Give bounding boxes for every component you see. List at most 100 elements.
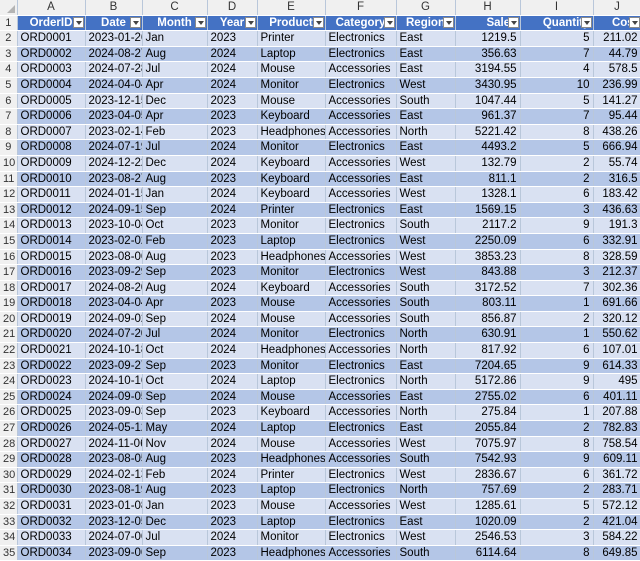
cell-month[interactable]: Sep [142, 545, 208, 561]
cell-quantity[interactable]: 2 [520, 155, 594, 172]
cell-date[interactable]: 2024-07-19 [85, 139, 143, 156]
cell-date[interactable]: 2023-01-26 [85, 30, 143, 47]
row-number[interactable]: 15 [0, 233, 18, 250]
cell-region[interactable]: North [396, 326, 456, 344]
row-number[interactable]: 31 [0, 482, 18, 499]
cell-year[interactable]: 2023 [207, 498, 258, 515]
row-number[interactable]: 11 [0, 171, 18, 188]
cell-month[interactable]: Sep [142, 264, 208, 281]
row-number[interactable]: 19 [0, 295, 18, 312]
column-letter-g[interactable]: G [396, 0, 456, 16]
row-number[interactable]: 13 [0, 202, 18, 219]
cell-month[interactable]: Jul [142, 139, 208, 156]
cell-month[interactable]: Jan [142, 30, 208, 47]
cell-orderid[interactable]: ORD0015 [17, 249, 86, 266]
cell-year[interactable]: 2024 [207, 61, 258, 78]
cell-quantity[interactable]: 5 [520, 139, 594, 156]
cell-sales[interactable]: 3853.23 [455, 249, 521, 266]
cell-cost[interactable]: 666.94 [593, 139, 640, 156]
cell-product[interactable]: Mouse [257, 93, 326, 110]
cell-year[interactable]: 2023 [207, 217, 258, 234]
cell-month[interactable]: Oct [142, 342, 208, 359]
row-number[interactable]: 20 [0, 311, 18, 328]
cell-category[interactable]: Electronics [325, 264, 397, 281]
cell-sales[interactable]: 961.37 [455, 108, 521, 125]
cell-region[interactable]: East [396, 61, 456, 78]
cell-orderid[interactable]: ORD0003 [17, 61, 86, 78]
cell-orderid[interactable]: ORD0011 [17, 186, 86, 203]
cell-sales[interactable]: 1328.1 [455, 186, 521, 203]
cell-quantity[interactable]: 8 [520, 436, 594, 453]
cell-orderid[interactable]: ORD0029 [17, 467, 86, 484]
filter-dropdown-icon[interactable] [507, 16, 519, 28]
cell-year[interactable]: 2023 [207, 93, 258, 110]
cell-cost[interactable]: 302.36 [593, 280, 640, 297]
cell-cost[interactable]: 236.99 [593, 77, 640, 94]
cell-month[interactable]: Oct [142, 217, 208, 234]
cell-category[interactable]: Electronics [325, 326, 397, 344]
cell-year[interactable]: 2024 [207, 311, 258, 328]
cell-orderid[interactable]: ORD0026 [17, 420, 86, 437]
filter-dropdown-icon[interactable] [580, 16, 592, 28]
column-letter-f[interactable]: F [325, 0, 397, 16]
cell-quantity[interactable]: 7 [520, 280, 594, 297]
cell-region[interactable]: South [396, 217, 456, 234]
filter-dropdown-icon[interactable] [312, 16, 324, 28]
cell-region[interactable]: West [396, 186, 456, 203]
cell-quantity[interactable]: 2 [520, 420, 594, 437]
cell-region[interactable]: West [396, 498, 456, 515]
cell-sales[interactable]: 2755.02 [455, 389, 521, 406]
cell-year[interactable]: 2024 [207, 436, 258, 453]
cell-category[interactable]: Accessories [325, 93, 397, 110]
cell-cost[interactable]: 212.37 [593, 264, 640, 281]
cell-region[interactable]: East [396, 514, 456, 531]
cell-region[interactable]: East [396, 420, 456, 437]
cell-product[interactable]: Headphones [257, 342, 326, 359]
cell-cost[interactable]: 436.63 [593, 202, 640, 219]
cell-date[interactable]: 2023-04-05 [85, 108, 143, 125]
cell-quantity[interactable]: 7 [520, 108, 594, 125]
cell-cost[interactable]: 320.12 [593, 311, 640, 328]
cell-product[interactable]: Monitor [257, 139, 326, 156]
row-number[interactable]: 10 [0, 155, 18, 172]
column-letter-e[interactable]: E [257, 0, 326, 16]
row-number[interactable]: 1 [0, 15, 18, 32]
cell-category[interactable]: Accessories [325, 498, 397, 515]
cell-quantity[interactable]: 5 [520, 93, 594, 110]
cell-date[interactable]: 2023-08-05 [85, 451, 143, 468]
cell-region[interactable]: North [396, 404, 456, 422]
row-number[interactable]: 27 [0, 420, 18, 437]
cell-quantity[interactable]: 6 [520, 342, 594, 359]
cell-category[interactable]: Accessories [325, 124, 397, 141]
cell-year[interactable]: 2023 [207, 358, 258, 375]
cell-date[interactable]: 2023-08-19 [85, 482, 143, 499]
cell-year[interactable]: 2023 [207, 451, 258, 468]
cell-year[interactable]: 2023 [207, 171, 258, 188]
row-number[interactable]: 5 [0, 77, 18, 94]
column-letter-i[interactable]: I [520, 0, 594, 16]
cell-date[interactable]: 2024-10-18 [85, 342, 143, 359]
cell-region[interactable]: North [396, 342, 456, 359]
cell-category[interactable]: Electronics [325, 30, 397, 47]
cell-sales[interactable]: 2055.84 [455, 420, 521, 437]
cell-sales[interactable]: 7075.97 [455, 436, 521, 453]
cell-year[interactable]: 2023 [207, 124, 258, 141]
row-number[interactable]: 28 [0, 436, 18, 453]
cell-year[interactable]: 2023 [207, 264, 258, 281]
cell-category[interactable]: Accessories [325, 436, 397, 453]
cell-region[interactable]: West [396, 249, 456, 266]
column-letter-d[interactable]: D [207, 0, 258, 16]
cell-cost[interactable]: 782.83 [593, 420, 640, 437]
cell-date[interactable]: 2024-07-06 [85, 529, 143, 546]
cell-date[interactable]: 2024-08-27 [85, 46, 143, 63]
cell-orderid[interactable]: ORD0028 [17, 451, 86, 468]
cell-quantity[interactable]: 1 [520, 295, 594, 312]
cell-orderid[interactable]: ORD0009 [17, 155, 86, 172]
cell-category[interactable]: Electronics [325, 420, 397, 437]
cell-product[interactable]: Mouse [257, 295, 326, 312]
cell-sales[interactable]: 7204.65 [455, 358, 521, 375]
cell-sales[interactable]: 2546.53 [455, 529, 521, 546]
cell-category[interactable]: Accessories [325, 186, 397, 203]
cell-quantity[interactable]: 4 [520, 61, 594, 78]
cell-month[interactable]: Jul [142, 529, 208, 546]
